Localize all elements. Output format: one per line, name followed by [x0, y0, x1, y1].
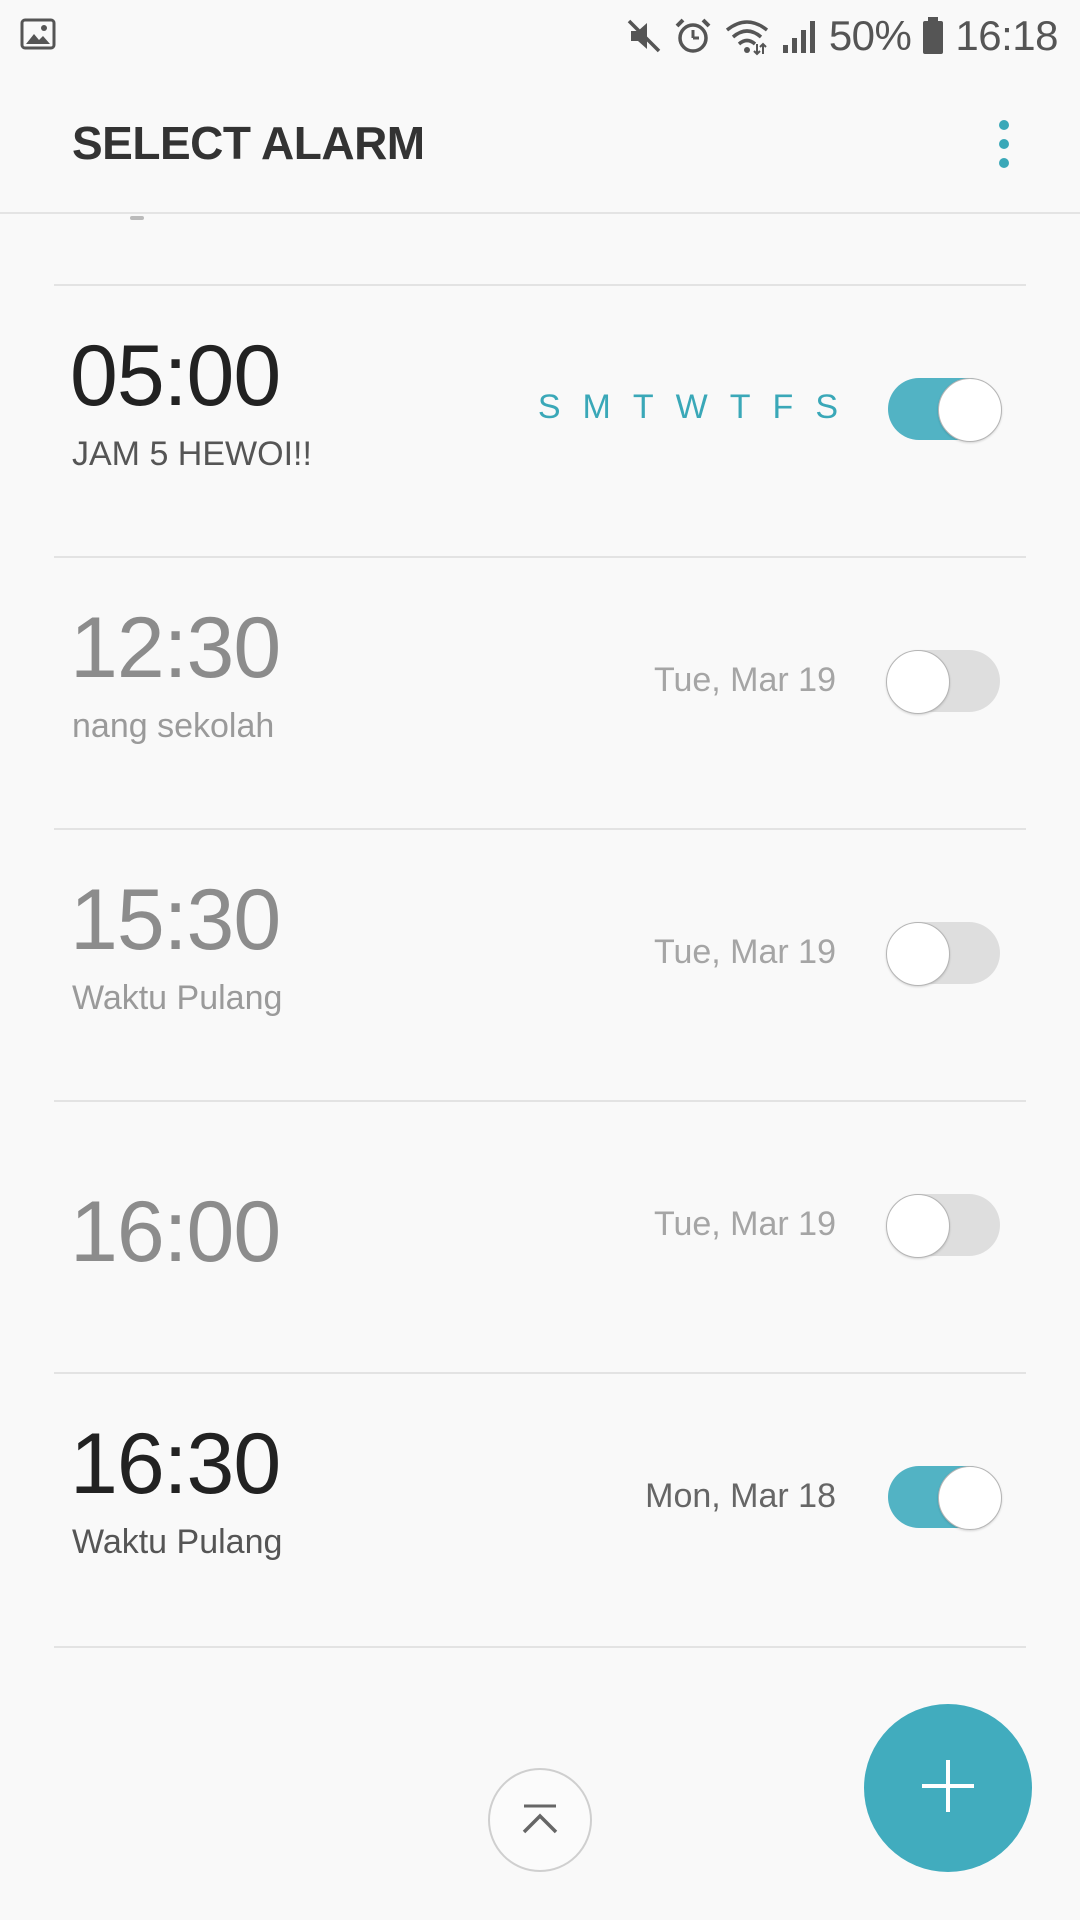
repeat-days: S M T W T F S: [538, 388, 838, 427]
day-thu: T: [729, 388, 751, 426]
add-alarm-button[interactable]: [864, 1704, 1032, 1872]
alarm-label: nang sekolah: [72, 707, 275, 745]
day-tue: T: [632, 388, 654, 426]
alarm-label: Waktu Pulang: [72, 979, 283, 1017]
mute-icon: [625, 17, 663, 55]
toggle-knob: [886, 922, 950, 986]
day-sun: S: [537, 388, 561, 426]
alarm-item-1630[interactable]: 16:30 Waktu Pulang Mon, Mar 18: [0, 1374, 1080, 1644]
toggle-knob: [886, 1194, 950, 1258]
alarm-toggle[interactable]: [886, 650, 1000, 714]
status-bar: 50% 16:18: [0, 0, 1080, 72]
alarm-list[interactable]: 05:00 JAM 5 HEWOI!! S M T W T F S 12:30 …: [0, 216, 1080, 1920]
alarm-toggle[interactable]: [886, 922, 1000, 986]
scroll-to-top-icon: [518, 1798, 562, 1843]
alarm-clock-icon: [673, 16, 713, 56]
alarm-date: Mon, Mar 18: [645, 1477, 836, 1515]
alarm-date: Tue, Mar 19: [653, 661, 836, 699]
battery-percent: 50%: [828, 12, 912, 59]
page-title: SELECT ALARM: [72, 117, 425, 169]
toggle-knob: [938, 378, 1002, 442]
status-icons: 50% 16:18: [625, 10, 1058, 62]
more-options-button[interactable]: [976, 112, 1032, 176]
day-wed: W: [675, 388, 708, 426]
alarm-time: 16:00: [70, 1184, 281, 1280]
alarm-label: Waktu Pulang: [72, 1523, 283, 1561]
alarm-time: 05:00: [70, 328, 281, 424]
alarm-item-1600[interactable]: 16:00 Tue, Mar 19: [0, 1102, 1080, 1372]
alarm-time: 15:30: [70, 872, 281, 968]
clock-time: 16:18: [955, 12, 1058, 59]
signal-icon: [781, 17, 819, 55]
alarm-label: JAM 5 HEWOI!!: [72, 435, 312, 473]
alarm-item-1530[interactable]: 15:30 Waktu Pulang Tue, Mar 19: [0, 830, 1080, 1100]
scroll-to-top-button[interactable]: [488, 1768, 592, 1872]
alarm-time: 16:30: [70, 1416, 281, 1512]
divider: [54, 1646, 1026, 1648]
alarm-date: Tue, Mar 19: [653, 933, 836, 971]
day-sat: S: [815, 388, 838, 426]
alarm-toggle[interactable]: [888, 378, 1002, 442]
alarm-date: Tue, Mar 19: [653, 1205, 836, 1243]
alarm-toggle[interactable]: [886, 1194, 1000, 1258]
toggle-knob: [886, 650, 950, 714]
toggle-knob: [938, 1466, 1002, 1530]
app-bar: SELECT ALARM: [0, 72, 1080, 214]
alarm-item-1230[interactable]: 12:30 nang sekolah Tue, Mar 19: [0, 558, 1080, 828]
more-vert-icon: [999, 120, 1009, 168]
alarm-item-0500[interactable]: 05:00 JAM 5 HEWOI!! S M T W T F S: [0, 286, 1080, 556]
gallery-icon: [20, 16, 60, 56]
alarm-toggle[interactable]: [888, 1466, 1002, 1530]
scrolled-fragment: [130, 216, 144, 220]
alarm-time: 12:30: [70, 600, 281, 696]
day-mon: M: [582, 388, 611, 426]
day-fri: F: [772, 388, 794, 426]
battery-icon: [921, 16, 945, 56]
plus-icon: [918, 1756, 978, 1821]
wifi-icon: [723, 16, 771, 56]
